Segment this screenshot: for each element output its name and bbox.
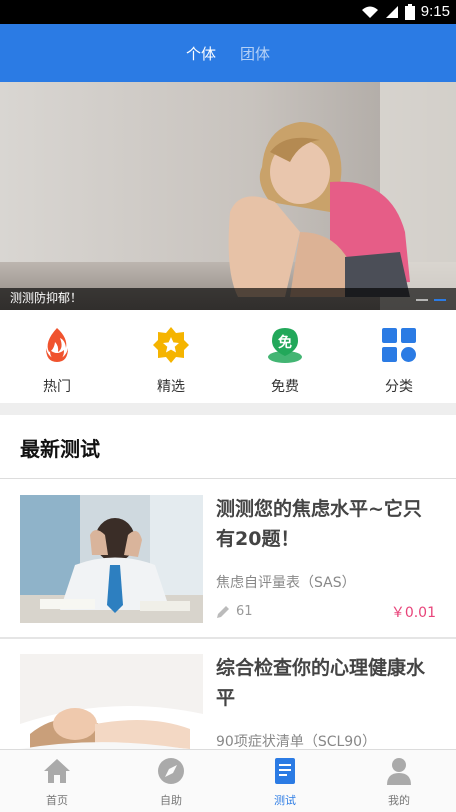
test-price: ￥0.01 — [390, 605, 436, 621]
banner-dot-active[interactable] — [434, 299, 446, 301]
wifi-icon — [361, 6, 378, 18]
nav-label: 我的 — [388, 794, 410, 807]
pencil-icon — [217, 605, 229, 618]
nav-home[interactable]: 首页 — [0, 750, 114, 812]
status-time: 9:15 — [420, 3, 450, 20]
free-badge-icon: 免 — [268, 328, 302, 363]
battery-icon — [404, 3, 415, 20]
flame-icon — [46, 328, 68, 362]
bottom-nav: 首页 自助 测试 我的 — [0, 749, 456, 812]
test-book-icon — [275, 758, 295, 784]
test-view-count: 61 — [236, 604, 253, 619]
category-label: 热门 — [43, 379, 71, 395]
compass-icon — [158, 758, 184, 784]
divider — [0, 478, 456, 479]
banner-caption: 测测防抑郁！ — [10, 291, 83, 305]
nav-profile[interactable]: 我的 — [342, 750, 456, 812]
nav-label: 测试 — [274, 794, 296, 807]
nav-label: 首页 — [46, 794, 68, 807]
test-thumbnail — [20, 495, 203, 623]
tab-bar: 个体 团体 — [0, 24, 456, 82]
nav-test[interactable]: 测试 — [228, 750, 342, 812]
category-classify[interactable]: 分类 — [342, 310, 456, 403]
category-featured[interactable]: 精选 — [114, 310, 228, 403]
category-free[interactable]: 免 免费 — [228, 310, 342, 403]
tab-individual[interactable]: 个体 — [186, 43, 216, 64]
category-label: 免费 — [271, 379, 299, 395]
grid-icon — [382, 328, 416, 362]
app-header: 个体 团体 — [0, 24, 456, 82]
free-badge-text: 免 — [278, 334, 292, 351]
category-label: 分类 — [385, 379, 413, 395]
section-separator — [0, 403, 456, 415]
test-title: 测测您的焦虑水平~它只有20题！ — [216, 498, 422, 550]
signal-icon — [385, 5, 398, 18]
category-hot[interactable]: 热门 — [0, 310, 114, 403]
test-views: 61 — [216, 604, 253, 619]
test-card[interactable]: 测测您的焦虑水平~它只有20题！ 焦虑自评量表（SAS） 61 ￥0.01 — [0, 480, 456, 638]
banner-dot[interactable] — [416, 299, 428, 301]
banner-carousel[interactable]: 测测防抑郁！ — [0, 82, 456, 310]
test-subtitle: 90项症状清单（SCL90） — [216, 734, 377, 750]
nav-label: 自助 — [160, 794, 182, 807]
tab-group[interactable]: 团体 — [240, 43, 270, 64]
home-icon — [44, 759, 70, 783]
nav-selfhelp[interactable]: 自助 — [114, 750, 228, 812]
status-icons: 9:15 — [361, 3, 450, 20]
category-row: 热门 精选 免 免费 分类 — [0, 310, 456, 403]
banner-photo — [0, 82, 456, 310]
status-bar: 9:15 — [0, 0, 456, 24]
user-icon — [387, 758, 411, 785]
test-title: 综合检查你的心理健康水平 — [216, 657, 426, 709]
test-subtitle: 焦虑自评量表（SAS） — [216, 575, 356, 591]
banner-indicator — [416, 299, 446, 301]
category-label: 精选 — [157, 379, 185, 395]
star-badge-icon — [153, 327, 189, 363]
section-title: 最新测试 — [20, 437, 100, 461]
